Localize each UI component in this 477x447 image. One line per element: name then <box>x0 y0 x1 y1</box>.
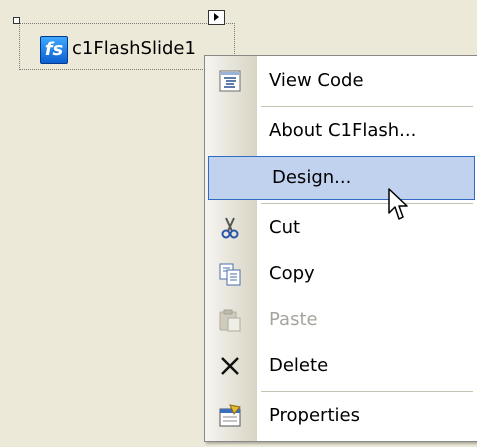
menu-item-label: Cut <box>269 217 301 238</box>
component-label[interactable]: c1FlashSlide1 <box>72 38 196 59</box>
paste-icon <box>219 309 241 332</box>
menu-item-about-c1flash[interactable]: About C1Flash... <box>205 109 476 153</box>
menu-item-label: Design... <box>272 167 352 188</box>
menu-item-delete[interactable]: Delete <box>205 344 476 388</box>
menu-item-label: Copy <box>269 263 315 284</box>
smart-tag-button[interactable] <box>208 10 225 25</box>
menu-item-view-code[interactable]: View Code <box>205 59 476 103</box>
menu-item-label: View Code <box>269 70 364 91</box>
menu-separator <box>261 106 473 107</box>
smart-tag-arrow-icon <box>214 13 219 21</box>
menu-item-paste[interactable]: Paste <box>205 298 476 342</box>
properties-icon <box>219 404 241 427</box>
view-code-icon <box>219 70 241 92</box>
menu-item-label: Paste <box>269 309 318 330</box>
mouse-pointer-icon <box>388 188 408 220</box>
delete-x-icon <box>221 357 239 375</box>
context-menu: View Code About C1Flash... Design... Cut… <box>204 55 477 442</box>
menu-item-properties[interactable]: Properties <box>205 394 476 438</box>
copy-icon <box>219 263 241 286</box>
menu-item-design[interactable]: Design... <box>208 156 475 200</box>
menu-item-label: About C1Flash... <box>269 120 417 141</box>
menu-separator <box>261 203 473 204</box>
menu-item-label: Delete <box>269 355 329 376</box>
selection-grip-handle[interactable] <box>13 17 20 24</box>
menu-item-copy[interactable]: Copy <box>205 252 476 296</box>
menu-item-cut[interactable]: Cut <box>205 206 476 250</box>
flash-slide-icon: fs <box>40 36 68 64</box>
menu-item-label: Properties <box>269 405 360 426</box>
menu-separator <box>261 391 473 392</box>
scissors-icon <box>221 217 239 239</box>
